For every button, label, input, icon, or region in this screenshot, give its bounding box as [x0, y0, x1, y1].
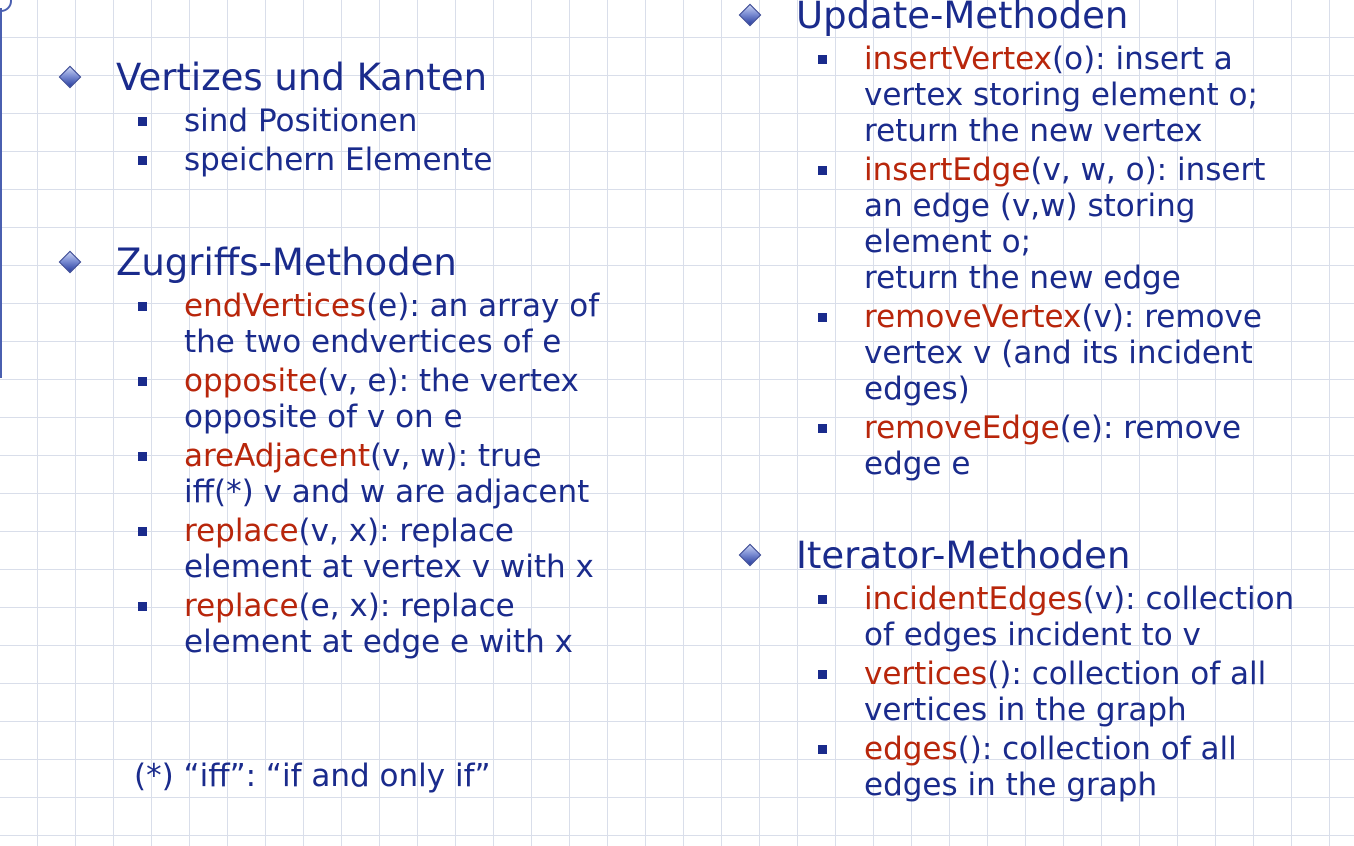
- diamond-bullet-icon: [58, 65, 82, 89]
- method-name: edges: [864, 731, 958, 767]
- method-item: replace(v, x): replace element at vertex…: [50, 513, 599, 585]
- bullet-list: incidentEdges(v): collection of edges in…: [730, 581, 1294, 803]
- method-signature: (v, w, o): insert: [1030, 152, 1266, 188]
- method-description: element o;: [864, 224, 1032, 260]
- method-name: replace: [184, 513, 299, 549]
- method-signature: (v, w): true: [370, 438, 542, 474]
- method-name: endVertices: [184, 288, 367, 324]
- square-bullet-icon: [138, 527, 147, 536]
- heading-text: Update-Methoden: [796, 0, 1129, 37]
- method-name: vertices: [864, 656, 988, 692]
- method-item: removeEdge(e): remove edge e: [730, 410, 1265, 482]
- square-bullet-icon: [818, 55, 827, 64]
- method-description: edges): [864, 371, 970, 407]
- method-name: opposite: [184, 363, 318, 399]
- method-signature: (v): collection: [1082, 581, 1295, 617]
- bullet-list: endVertices(e): an array of the two endv…: [50, 288, 599, 660]
- method-item: incidentEdges(v): collection of edges in…: [730, 581, 1294, 653]
- method-description: vertex storing element o;: [864, 77, 1258, 113]
- method-signature: (): collection of all: [987, 656, 1267, 692]
- method-item: opposite(v, e): the vertex opposite of v…: [50, 363, 599, 435]
- method-description: element at vertex v with x: [184, 549, 594, 585]
- method-item: removeVertex(v): remove vertex v (and it…: [730, 299, 1265, 407]
- diamond-bullet-icon: [738, 543, 762, 567]
- method-description: return the new edge: [864, 260, 1181, 296]
- square-bullet-icon: [818, 166, 827, 175]
- diamond-bullet-icon: [58, 250, 82, 274]
- list-item: speichern Elemente: [50, 142, 492, 178]
- footnote: (*) “iff”: “if and only if”: [134, 758, 491, 794]
- square-bullet-icon: [138, 156, 147, 165]
- method-item: edges(): collection of all edges in the …: [730, 731, 1294, 803]
- item-text: speichern Elemente: [184, 142, 493, 178]
- method-signature: (v): remove: [1081, 299, 1262, 335]
- slide-corner-curl: [0, 0, 12, 12]
- method-name: incidentEdges: [864, 581, 1083, 617]
- method-name: areAdjacent: [184, 438, 370, 474]
- square-bullet-icon: [818, 670, 827, 679]
- method-signature: (e, x): replace: [298, 588, 515, 624]
- square-bullet-icon: [818, 424, 827, 433]
- method-item: areAdjacent(v, w): true iff(*) v and w a…: [50, 438, 599, 510]
- method-name: replace: [184, 588, 299, 624]
- diamond-bullet-icon: [738, 3, 762, 27]
- section-access-methods: Zugriffs-Methoden endVertices(e): an arr…: [50, 241, 599, 660]
- method-description: element at edge e with x: [184, 624, 573, 660]
- square-bullet-icon: [138, 302, 147, 311]
- method-description: iff(*) v and w are adjacent: [184, 474, 590, 510]
- square-bullet-icon: [138, 452, 147, 461]
- method-description: return the new vertex: [864, 113, 1203, 149]
- section-heading: Zugriffs-Methoden: [50, 241, 599, 285]
- method-item: insertVertex(o): insert a vertex storing…: [730, 41, 1265, 149]
- method-name: insertEdge: [864, 152, 1031, 188]
- square-bullet-icon: [818, 745, 827, 754]
- bullet-list: sind Positionen speichern Elemente: [50, 103, 492, 178]
- method-description: opposite of v on e: [184, 399, 463, 435]
- method-description: of edges incident to v: [864, 617, 1201, 653]
- square-bullet-icon: [138, 117, 147, 126]
- section-vertices: Vertizes und Kanten sind Positionen spei…: [50, 56, 492, 178]
- method-signature: (v, x): replace: [298, 513, 514, 549]
- square-bullet-icon: [138, 377, 147, 386]
- method-signature: (v, e): the vertex: [317, 363, 579, 399]
- method-signature: (e): remove: [1059, 410, 1242, 446]
- method-description: edge e: [864, 446, 971, 482]
- square-bullet-icon: [818, 313, 827, 322]
- heading-text: Zugriffs-Methoden: [116, 241, 457, 284]
- method-signature: (): collection of all: [957, 731, 1237, 767]
- heading-text: Iterator-Methoden: [796, 534, 1131, 577]
- method-description: an edge (v,w) storing: [864, 188, 1196, 224]
- square-bullet-icon: [138, 602, 147, 611]
- bullet-list: insertVertex(o): insert a vertex storing…: [730, 41, 1265, 482]
- section-heading: Vertizes und Kanten: [50, 56, 492, 100]
- method-signature: (e): an array of: [366, 288, 600, 324]
- method-description: vertices in the graph: [864, 692, 1187, 728]
- method-item: insertEdge(v, w, o): insert an edge (v,w…: [730, 152, 1265, 296]
- method-name: removeEdge: [864, 410, 1060, 446]
- method-item: endVertices(e): an array of the two endv…: [50, 288, 599, 360]
- method-item: replace(e, x): replace element at edge e…: [50, 588, 599, 660]
- method-name: insertVertex: [864, 41, 1053, 77]
- square-bullet-icon: [818, 595, 827, 604]
- method-description: vertex v (and its incident: [864, 335, 1253, 371]
- section-iterator-methods: Iterator-Methoden incidentEdges(v): coll…: [730, 534, 1294, 803]
- method-item: vertices(): collection of all vertices i…: [730, 656, 1294, 728]
- list-item: sind Positionen: [50, 103, 492, 139]
- method-description: edges in the graph: [864, 767, 1158, 803]
- section-heading: Update-Methoden: [730, 0, 1265, 38]
- method-name: removeVertex: [864, 299, 1082, 335]
- item-text: sind Positionen: [184, 103, 418, 139]
- heading-text: Vertizes und Kanten: [116, 56, 488, 99]
- section-heading: Iterator-Methoden: [730, 534, 1294, 578]
- slide-left-edge-line: [0, 8, 2, 378]
- method-signature: (o): insert a: [1052, 41, 1233, 77]
- method-description: the two endvertices of e: [184, 324, 562, 360]
- section-update-methods: Update-Methoden insertVertex(o): insert …: [730, 0, 1265, 482]
